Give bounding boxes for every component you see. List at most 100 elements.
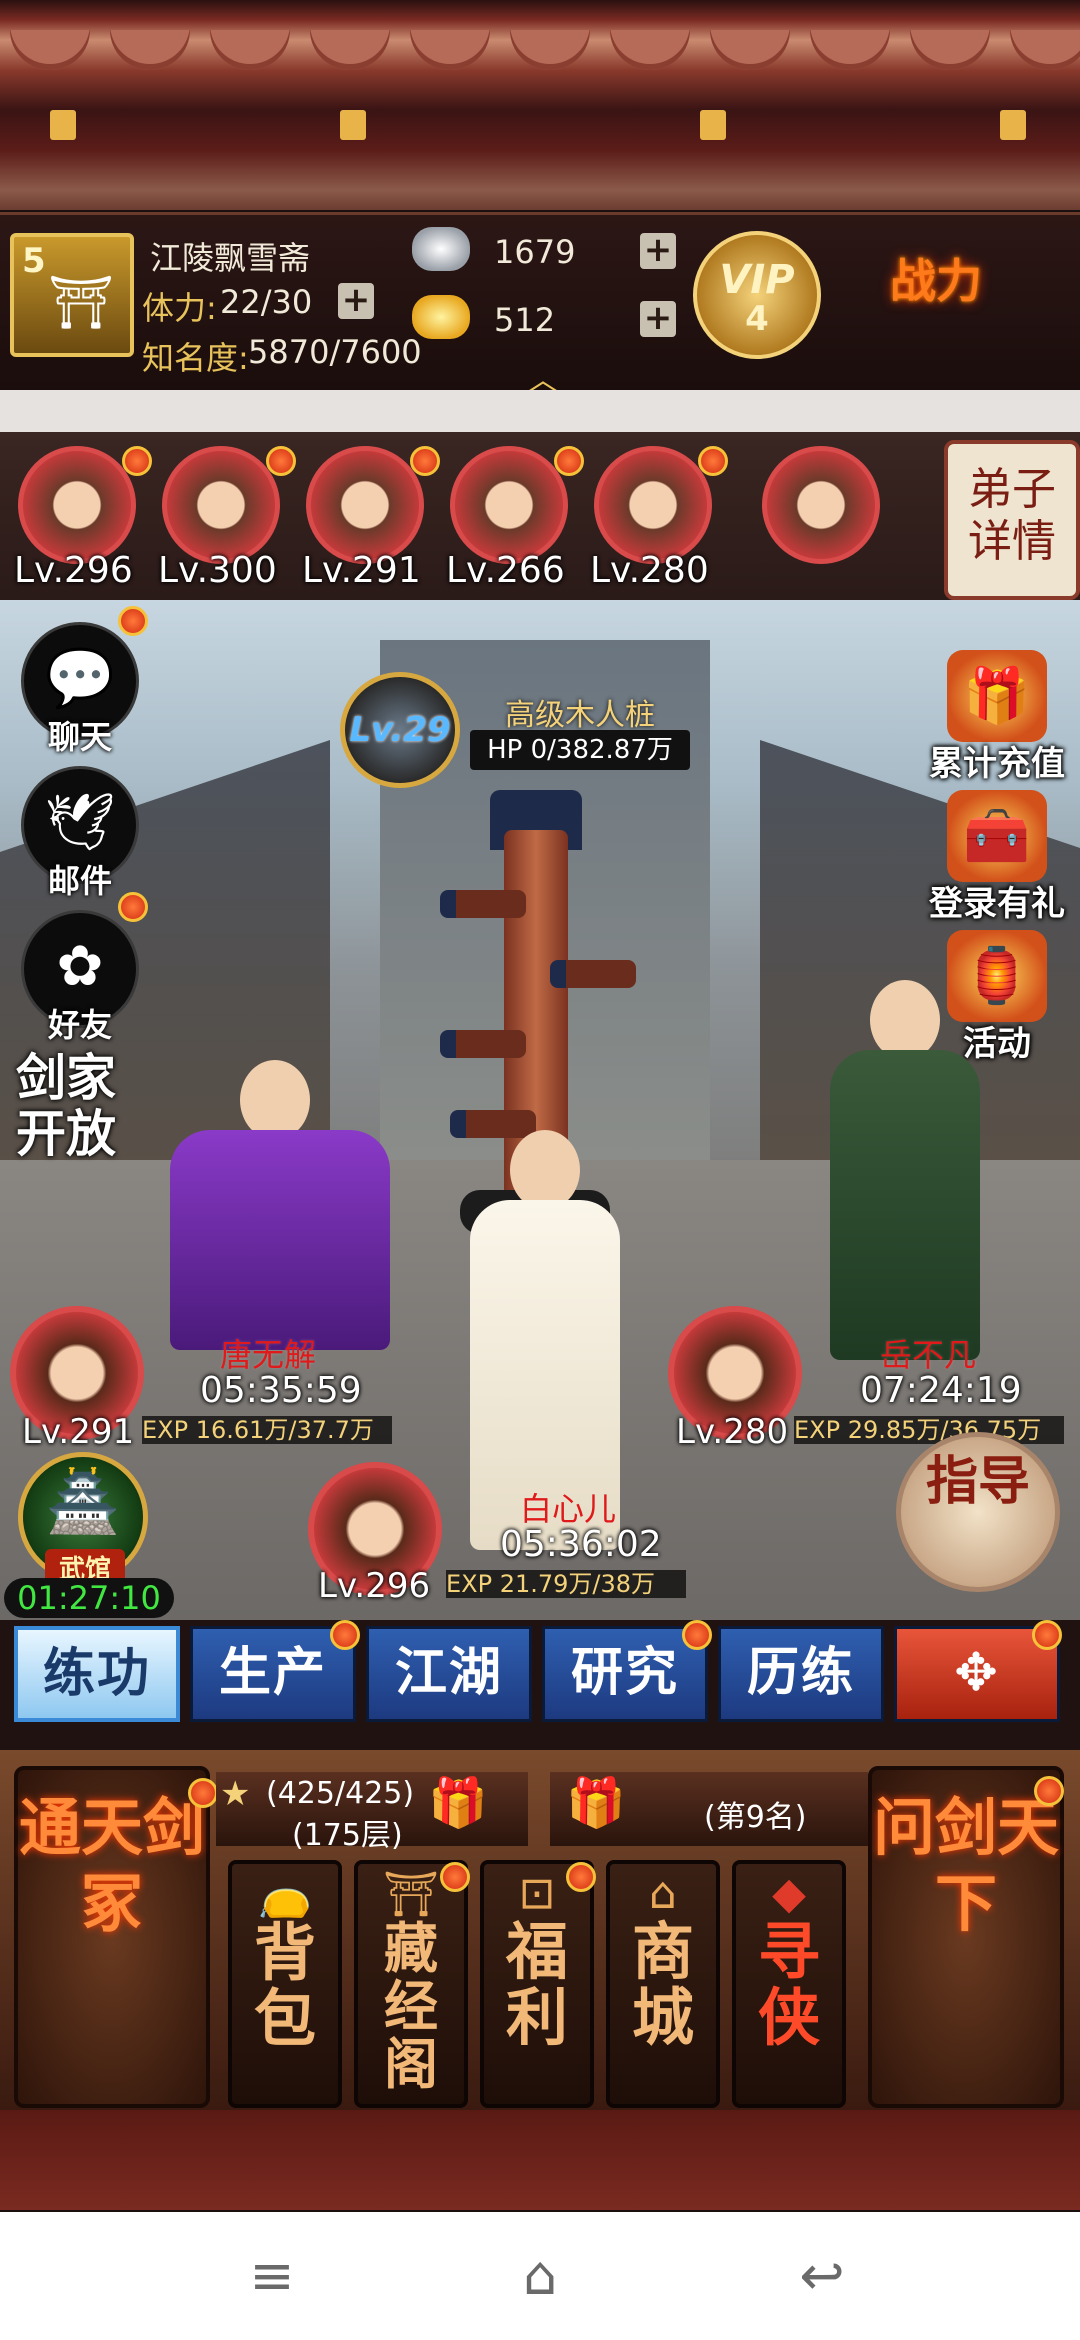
add-gold-button[interactable]: +	[640, 301, 676, 337]
add-stamina-button[interactable]: +	[338, 283, 374, 319]
main-tab-bar: 练功 生产 江湖 研究 历练 ✥	[0, 1620, 1080, 1750]
boss-level-badge: Lv.29	[340, 672, 460, 788]
roof-tile	[110, 30, 190, 70]
disciple-avatar	[306, 446, 424, 564]
notification-dot	[188, 1778, 218, 1808]
shop-icon: ⌂	[649, 1868, 677, 1919]
sword-tomb-button[interactable]: 通天剑冢	[14, 1766, 210, 2108]
notification-dot	[698, 446, 728, 476]
fame-value: 5870/7600	[248, 333, 422, 371]
disciple-bar: Lv.296 Lv.300 Lv.291 Lv.266 Lv.280	[0, 432, 1080, 600]
notification-dot	[440, 1862, 470, 1892]
notification-dot	[410, 446, 440, 476]
trainee-level: Lv.280	[676, 1412, 789, 1452]
lantern	[700, 110, 726, 140]
martial-hall-button[interactable]: 🏯 武馆	[18, 1452, 148, 1586]
hero-search-button[interactable]: ◆ 寻侠	[732, 1860, 846, 2108]
vip-level: 4	[745, 299, 769, 339]
silver-amount: 1679	[494, 233, 576, 271]
back-icon[interactable]: ↩	[782, 2246, 862, 2306]
login-reward-label: 登录有礼	[929, 884, 1065, 924]
disciple-avatar	[762, 446, 880, 564]
notification-dot	[1032, 1620, 1062, 1650]
chat-button[interactable]: 💬 聊天	[20, 622, 140, 762]
welfare-label: 福利	[505, 1915, 568, 2054]
floor-decoration	[0, 2110, 1080, 2210]
seal-icon: ◆	[772, 1868, 806, 1919]
tab-jianghu[interactable]: 江湖	[366, 1626, 532, 1722]
trainee-timer: 07:24:19	[860, 1370, 1022, 1411]
vip-label: VIP	[719, 257, 795, 303]
shop-label: 商城	[631, 1915, 694, 2054]
notification-dot	[554, 446, 584, 476]
trainee-timer: 05:36:02	[500, 1524, 662, 1565]
guide-button[interactable]: 指导	[896, 1432, 1060, 1592]
disciple-level: Lv.296	[14, 550, 133, 591]
bag-button[interactable]: 👝 背包	[228, 1860, 342, 2108]
system-nav-bar: ≡ ⌂ ↩	[0, 2212, 1080, 2340]
fame-label: 知名度:	[142, 339, 249, 377]
tower-progress: (425/425)	[266, 1776, 415, 1811]
library-button[interactable]: ⛩ 藏经阁	[354, 1860, 468, 2108]
notification-dot	[330, 1620, 360, 1650]
player-header: 5 ⛩ 江陵飘雪斋 体力: 22/30 + 知名度: 5870/7600 167…	[0, 212, 1080, 398]
trainee-exp: EXP 16.61万/37.7万	[142, 1416, 392, 1444]
friends-button[interactable]: ✿ 好友	[20, 910, 140, 1050]
boss-name: 高级木人桩	[505, 698, 655, 733]
login-reward-button[interactable]: 🧰 登录有礼	[922, 790, 1072, 930]
menu-icon[interactable]: ≡	[232, 2246, 312, 2306]
cumulative-recharge-button[interactable]: 🎁 累计充值	[922, 650, 1072, 790]
disciple-slot[interactable]: Lv.280	[590, 446, 728, 596]
roof-tile	[410, 30, 490, 70]
sword-world-button[interactable]: 问剑天下	[868, 1766, 1064, 2108]
martial-hall-timer: 01:27:10	[4, 1578, 174, 1618]
welfare-button[interactable]: ⊡ 福利	[480, 1860, 594, 2108]
trainee-exp: EXP 21.79万/38万	[446, 1570, 686, 1598]
stamina-label: 体力:	[142, 289, 217, 327]
ranking-text: (第9名)	[704, 1800, 807, 1835]
roof-tile	[610, 30, 690, 70]
martial-hall-icon: 🏯	[45, 1467, 121, 1537]
combat-power[interactable]: 战力	[890, 245, 1080, 355]
disciple-avatar	[18, 446, 136, 564]
chat-label: 聊天	[47, 718, 112, 756]
notification-dot	[682, 1620, 712, 1650]
character-yue[interactable]	[820, 960, 990, 1360]
disciple-slot[interactable]: Lv.296	[14, 446, 152, 596]
disciple-avatar	[594, 446, 712, 564]
disciple-slot[interactable]: Lv.300	[158, 446, 296, 596]
vip-badge[interactable]: VIP 4	[693, 231, 821, 359]
player-name: 江陵飘雪斋	[150, 239, 311, 277]
disciple-detail-button[interactable]: 弟子详情	[944, 440, 1080, 600]
tower-floor: (175层)	[292, 1818, 403, 1853]
shop-button[interactable]: ⌂ 商城	[606, 1860, 720, 2108]
disciple-slot[interactable]	[758, 446, 888, 596]
ranking-strip[interactable]: 🎁 (第9名)	[550, 1772, 868, 1846]
disciple-slot[interactable]: Lv.291	[302, 446, 440, 596]
roof-tile	[310, 30, 390, 70]
disciple-level: Lv.280	[590, 550, 709, 591]
roof-tile	[1010, 30, 1080, 70]
notification-dot	[1034, 1776, 1064, 1806]
roof-decoration	[0, 0, 1080, 210]
roof-tile	[710, 30, 790, 70]
tower-progress-strip[interactable]: ★ (425/425) (175层) 🎁	[216, 1772, 528, 1853]
home-icon[interactable]: ⌂	[500, 2246, 580, 2306]
tab-experience[interactable]: 历练	[718, 1626, 884, 1722]
mail-button[interactable]: 🕊 邮件	[20, 766, 140, 906]
character-tang[interactable]	[150, 1060, 410, 1360]
roof-tile	[210, 30, 290, 70]
pouch-icon: 👝	[257, 1869, 313, 1920]
tab-training[interactable]: 练功	[14, 1626, 180, 1722]
sect-rank-badge[interactable]: 5 ⛩	[10, 233, 134, 357]
stamina-value: 22/30	[220, 283, 313, 321]
sect-rank: 5	[22, 241, 46, 281]
jianjia-open-button[interactable]: 剑家开放	[16, 1050, 136, 1170]
lotus-icon: ✥	[954, 1643, 1000, 1703]
gold-ingot-icon	[412, 295, 470, 339]
disciple-slot[interactable]: Lv.266	[446, 446, 584, 596]
add-silver-button[interactable]: +	[640, 233, 676, 269]
divider	[0, 390, 1080, 432]
dummy-arm	[550, 960, 636, 988]
disciple-level: Lv.291	[302, 550, 421, 591]
